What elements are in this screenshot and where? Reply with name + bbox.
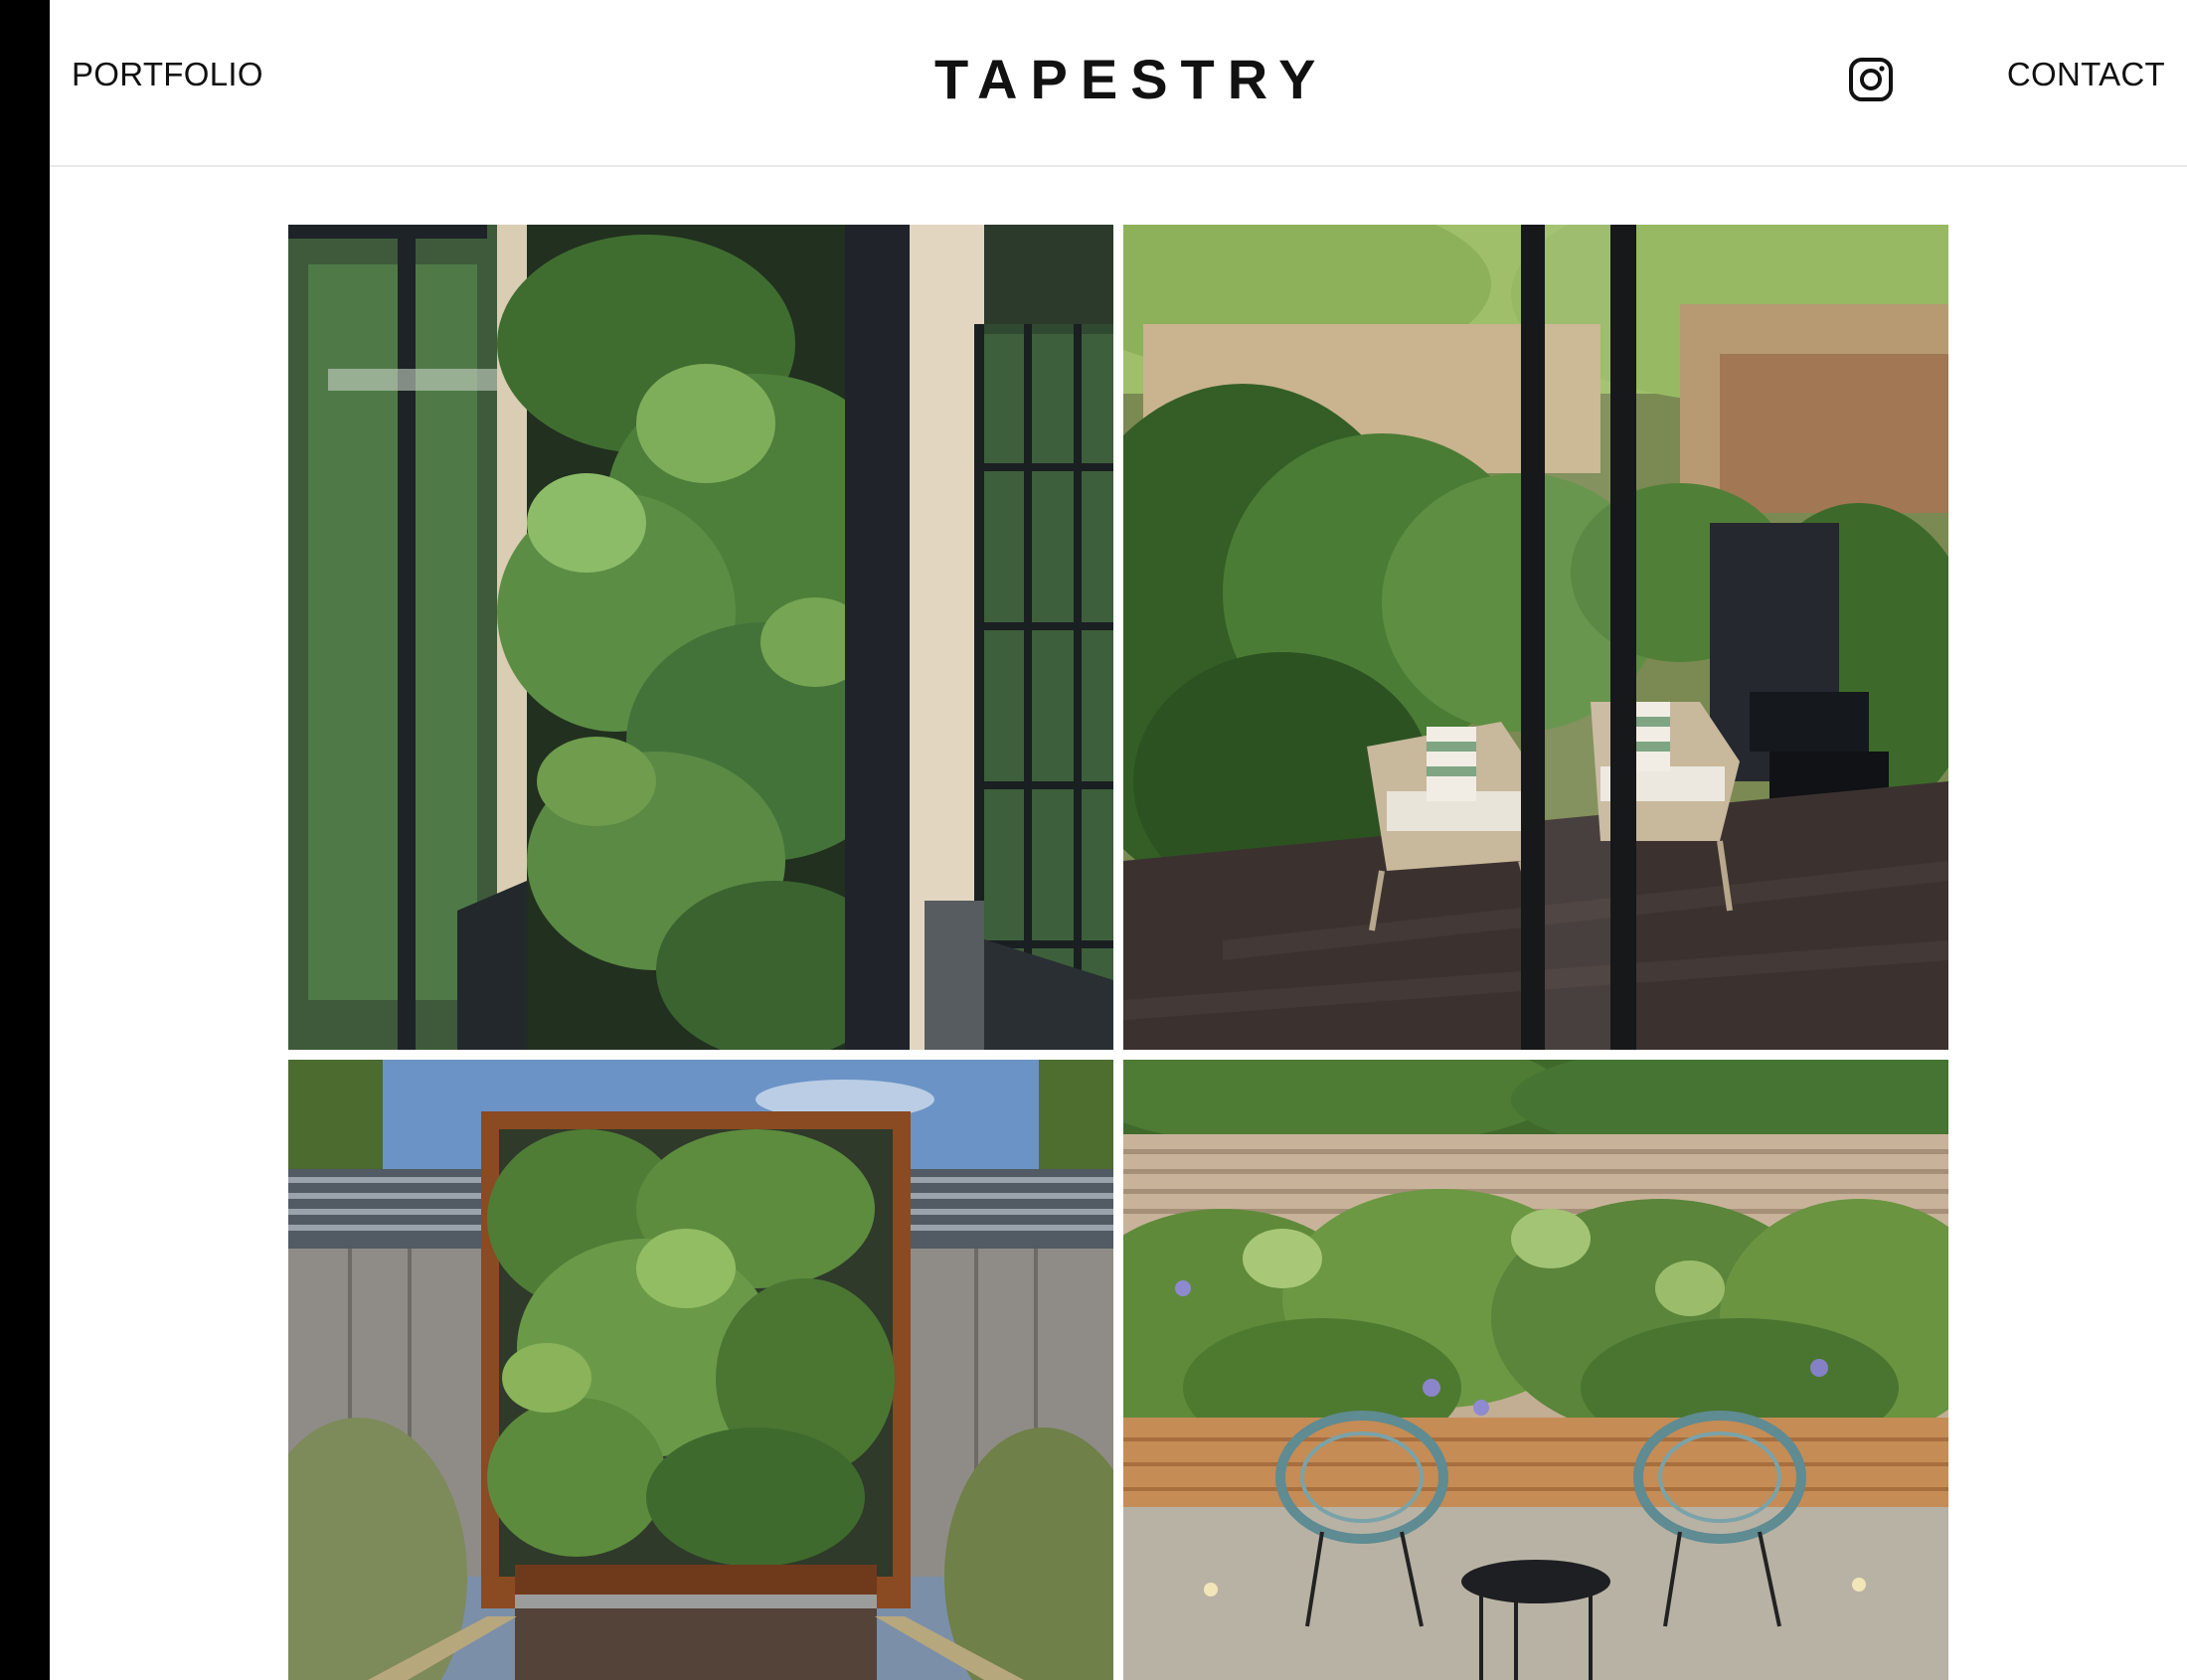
site-header: PORTFOLIO TAPESTRY CONTACT bbox=[50, 0, 2187, 167]
left-edge-bar bbox=[0, 0, 50, 1680]
corten-steel-living-wall-water-feature-photo[interactable] bbox=[288, 1060, 1113, 1680]
nav-portfolio-link[interactable]: PORTFOLIO bbox=[72, 58, 263, 90]
courtyard-garden-with-chairs-photo[interactable] bbox=[1123, 225, 1948, 1050]
portfolio-gallery bbox=[288, 225, 1948, 1680]
garden-wall-with-wire-chairs-photo[interactable] bbox=[1123, 1060, 1948, 1680]
green-wall-between-windows-photo[interactable] bbox=[288, 225, 1113, 1050]
nav-contact-link[interactable]: CONTACT bbox=[2007, 58, 2165, 90]
instagram-icon[interactable] bbox=[1847, 56, 1895, 103]
site-logo[interactable]: TAPESTRY bbox=[934, 52, 1328, 107]
